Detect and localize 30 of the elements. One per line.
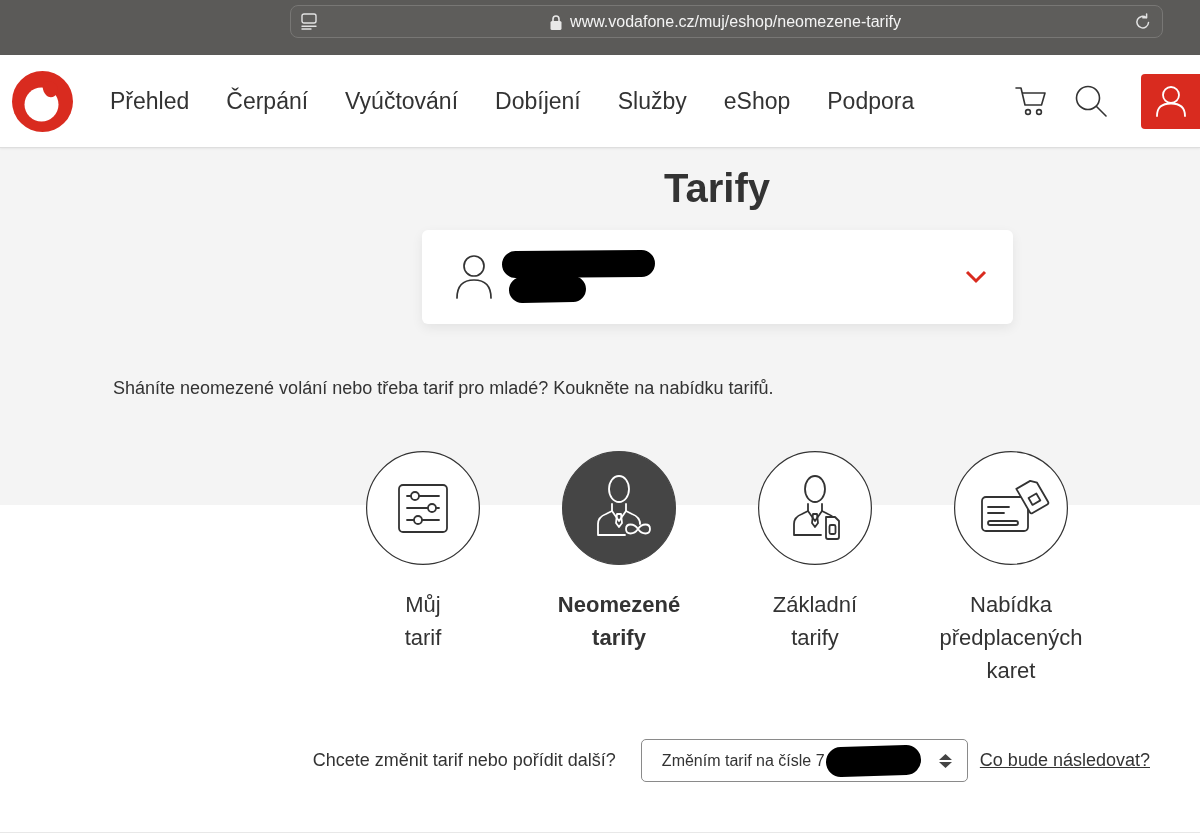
- next-steps-link[interactable]: Co bude následovat?: [979, 750, 1150, 771]
- nav-link[interactable]: Čerpání: [226, 87, 309, 115]
- search-icon[interactable]: [1075, 85, 1107, 117]
- nav-link[interactable]: Dobíjení: [495, 87, 581, 115]
- nav-link[interactable]: eShop: [723, 87, 791, 115]
- nav-link[interactable]: Podpora: [827, 87, 915, 115]
- lock-icon: [550, 13, 563, 30]
- intro-text: Sháníte neomezené volání nebo třeba tarif pro mladé? Koukněte na nabídku tarifů.: [113, 377, 775, 400]
- address-bar[interactable]: www.vodafone.cz/muj/eshop/neomezene-tarify: [290, 5, 1163, 38]
- up-down-arrows-icon: [938, 753, 952, 768]
- person-icon: [1155, 85, 1186, 117]
- tariff-category-tab[interactable]: Základní tarify: [758, 451, 872, 654]
- chevron-down-icon: [964, 270, 987, 284]
- tariff-category-tab[interactable]: Nabídka předplacených karet: [939, 451, 1083, 687]
- page-title: Tarify: [664, 165, 770, 212]
- account-selector[interactable]: [421, 230, 1013, 324]
- nav-link[interactable]: Přehled: [110, 87, 190, 115]
- tariff-category-tab[interactable]: Neomezené tarify: [557, 451, 681, 654]
- cart-icon[interactable]: [1015, 86, 1047, 116]
- person-icon: [454, 255, 493, 299]
- number-select[interactable]: Změním tarif na čísle 7: [640, 739, 968, 782]
- nav-link[interactable]: Služby: [617, 87, 687, 115]
- nav-link[interactable]: Vyúčtování: [345, 87, 459, 115]
- logo[interactable]: [12, 70, 73, 132]
- url-text: www.vodafone.cz/muj/eshop/neomezene-tarify: [570, 12, 901, 31]
- reader-icon[interactable]: [301, 13, 317, 30]
- question-text: Chcete změnit tarif nebo pořídit další?: [312, 750, 616, 771]
- account-button[interactable]: [1141, 73, 1200, 129]
- reload-icon[interactable]: [1134, 12, 1152, 31]
- tariff-category-tab[interactable]: Můj tarif: [366, 451, 480, 654]
